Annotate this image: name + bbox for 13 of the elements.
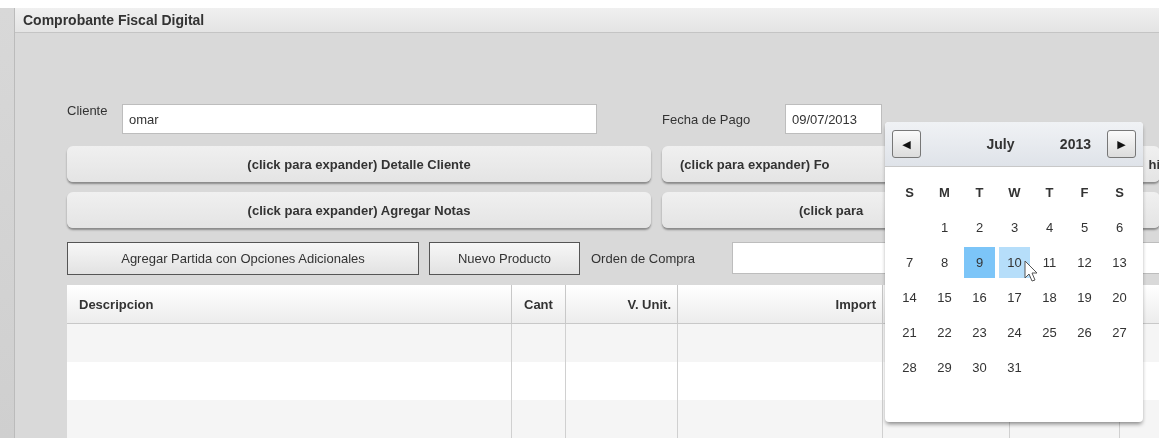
weekday-label: W xyxy=(1007,184,1022,202)
weekday-label: S xyxy=(904,184,915,202)
weekday-label: F xyxy=(1079,184,1090,202)
cliente-label: Cliente xyxy=(67,103,109,118)
window-title: Comprobante Fiscal Digital xyxy=(23,12,205,28)
weekday-label: T xyxy=(1044,184,1055,202)
fecha-label: Fecha de Pago xyxy=(662,111,752,127)
year-label: 2013 xyxy=(1059,136,1091,152)
weekday-label: M xyxy=(938,184,951,202)
orden-label: Orden de Compra xyxy=(591,250,697,266)
weekday-label: T xyxy=(974,184,985,202)
weekday-label: S xyxy=(1114,184,1125,202)
month-label: July xyxy=(985,136,1016,152)
